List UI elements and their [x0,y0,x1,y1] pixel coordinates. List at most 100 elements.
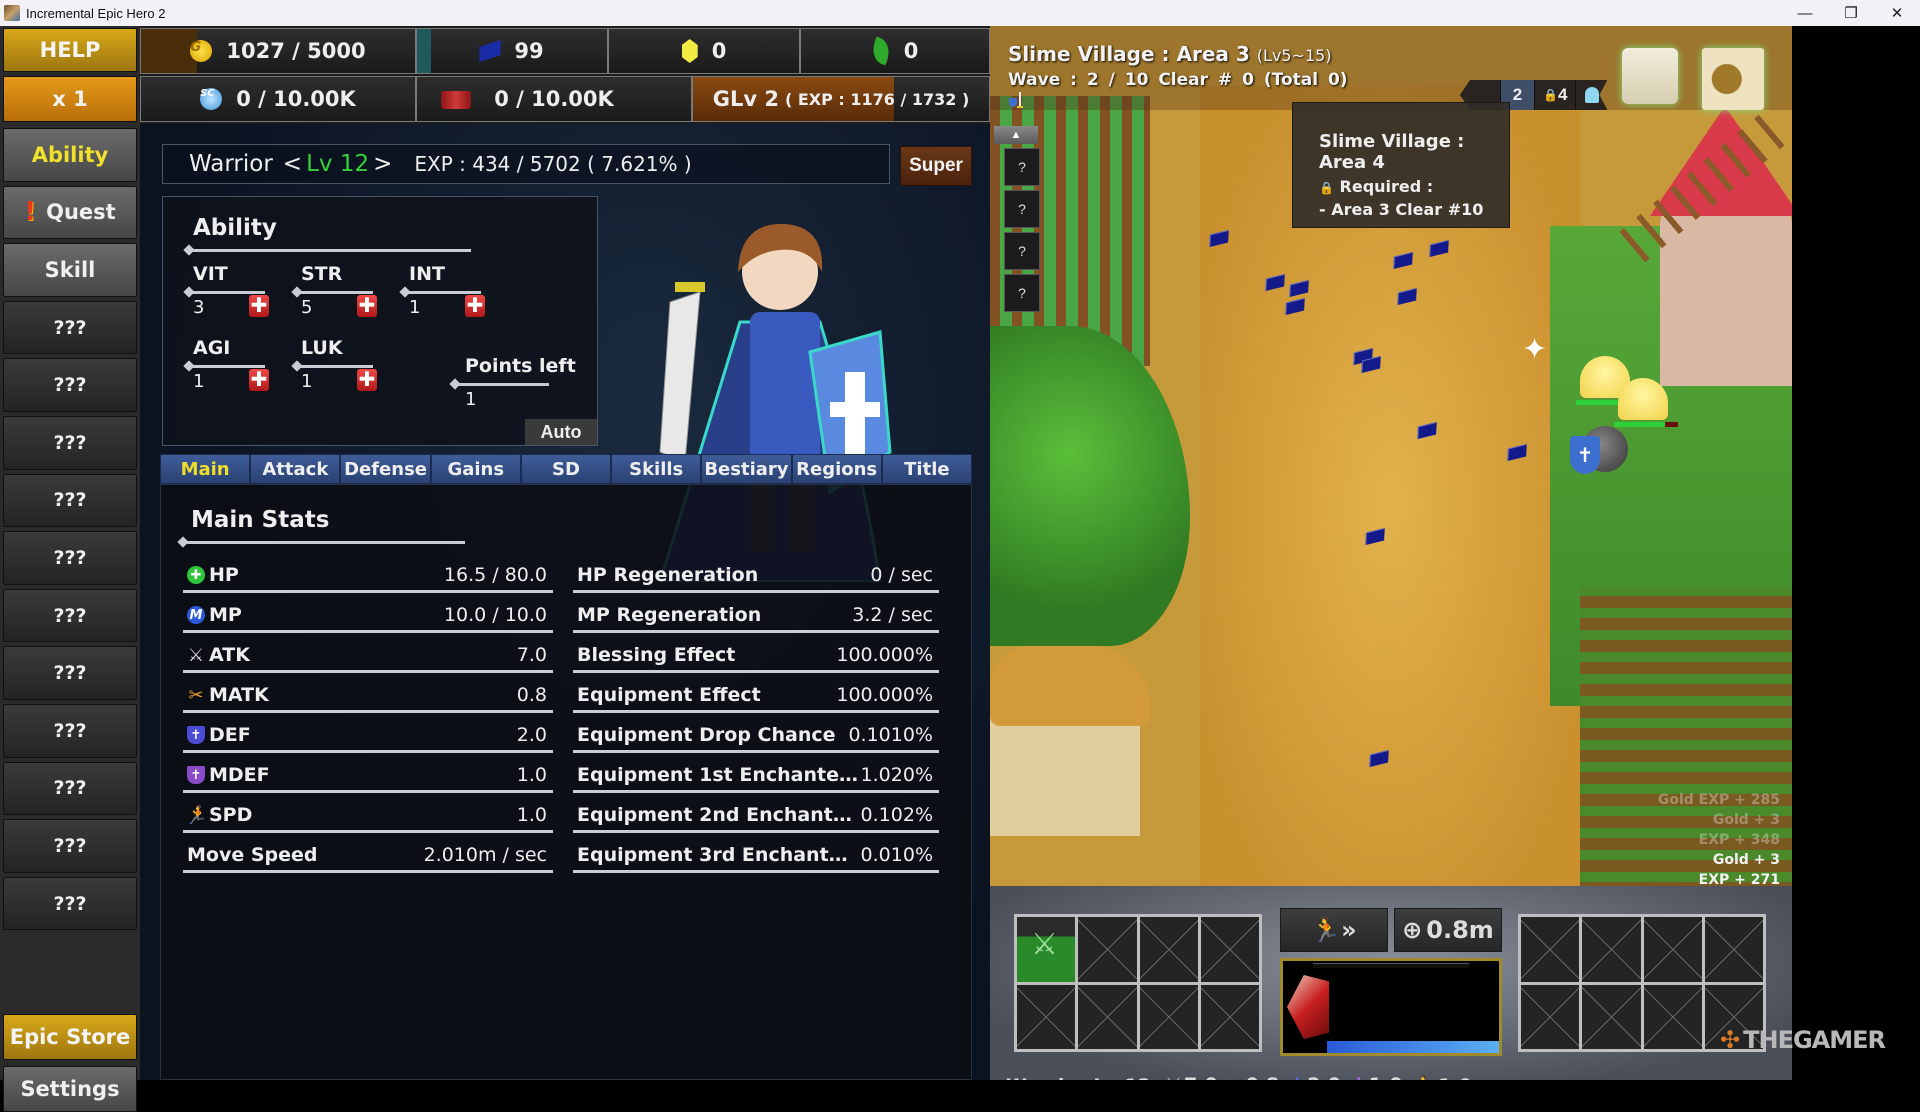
empty-equipment-slot[interactable] [1643,917,1702,982]
sidebar-item-locked-6[interactable]: ??? [3,588,137,643]
tab-gains[interactable]: Gains [430,454,521,484]
locked-area-button[interactable]: 🔒 4 [1534,80,1575,110]
settings-button[interactable]: Settings [3,1066,137,1112]
resource-bar: G 1027 / 5000 99 0 0 SC 0 / 10.00K 0 / 1… [140,26,990,124]
window-titlebar: Incremental Epic Hero 2 — ❐ ✕ [0,0,1920,26]
yellow-crystal-counter: 0 [608,28,800,74]
epic-store-button[interactable]: Epic Store [3,1014,137,1060]
ability-str-label: STR [301,263,343,285]
stat-row-matk: ✂ MATK 0.8 [183,677,553,713]
tab-bestiary[interactable]: Bestiary [701,454,792,484]
empty-equipment-slot[interactable] [1643,984,1702,1049]
help-button[interactable]: HELP [3,28,137,72]
app-icon [4,5,20,21]
tab-defense[interactable]: Defense [340,454,431,484]
tab-attack[interactable]: Attack [250,454,341,484]
add-vit-button[interactable]: ✚ [249,295,269,317]
empty-equipment-slot[interactable] [1139,917,1198,982]
auto-move-toggle[interactable]: 🏃» [1280,908,1388,952]
skill-slot-3[interactable]: ? [1004,232,1040,270]
hero-exp: EXP : 434 / 5702 ( 7.621% ) [414,152,692,176]
hud-stat-atk: ⚔7.0 [1165,1074,1218,1080]
lock-icon: 🔒 [1319,181,1334,195]
maximize-button[interactable]: ❐ [1828,0,1874,26]
blue-gem-counter: 99 [416,28,608,74]
sidebar-item-locked-9[interactable]: ??? [3,761,137,816]
spellbook-counter: 0 / 10.00K [416,76,692,122]
sparkle-icon: ✦ [1522,333,1548,366]
stat-value: 0.1010% [848,724,933,746]
stat-value: 1.020% [860,764,933,786]
tab-title[interactable]: Title [881,454,972,484]
stat-row-equipment-drop-chance: Equipment Drop Chance 0.1010% [573,717,939,753]
watermark-logo-icon: ✣ [1720,1026,1740,1054]
equipped-sword-slot[interactable] [1017,917,1076,982]
gold-counter: G 1027 / 5000 [140,28,416,74]
stat-value: 2.010m / sec [423,844,547,866]
game-viewport[interactable]: Slime Village : Area 3 (Lv5~15) Wave : 2… [990,26,1792,1080]
tab-sd[interactable]: SD [520,454,612,484]
empty-equipment-slot[interactable] [1200,917,1259,982]
skill-slot-2[interactable]: ? [1004,190,1040,228]
sidebar: HELP x 1 Ability! Quest Skill?????????????… [0,26,140,1112]
skill-queue-column: ▲ ???? [994,126,1040,312]
stat-row-def: ✝ DEF 2.0 [183,717,553,753]
close-button[interactable]: ✕ [1874,0,1920,26]
tab-main[interactable]: Main [160,454,251,484]
sidebar-item-locked-2[interactable]: ??? [3,358,137,412]
slime-enemy[interactable] [1618,378,1668,420]
add-luk-button[interactable]: ✚ [357,369,377,391]
skill-slot-1[interactable]: ? [1004,148,1040,186]
sidebar-item-locked-1[interactable]: ??? [3,300,137,355]
sidebar-item-locked-8[interactable]: ??? [3,704,137,758]
hp-icon: ✚ [187,566,205,584]
target-icon: ⊕ [1402,916,1423,944]
area-tooltip: Slime Village : Area 4 🔒 Required : - Ar… [1292,102,1510,228]
stat-value: 0.8 [516,684,547,706]
quest-scroll-icon[interactable] [1622,48,1678,104]
empty-equipment-slot[interactable] [1704,917,1763,982]
hero-status-hud: 🏃» ⊕ 0.8m [1280,908,1502,1056]
hero-hp-mp-display [1280,958,1502,1056]
empty-equipment-slot[interactable] [1582,917,1641,982]
stat-value: 16.5 / 80.0 [443,564,547,586]
mp-bar [1327,1041,1499,1053]
sidebar-item-locked-10[interactable]: ??? [3,819,137,873]
sidebar-item-quest[interactable]: ! Quest [3,185,137,240]
loot-entry: Gold + 3 [1712,852,1780,868]
empty-equipment-slot[interactable] [1017,984,1076,1049]
matk-icon: ✂ [1228,1074,1244,1080]
def-icon: ✝ [1289,1074,1305,1080]
sidebar-item-locked-5[interactable]: ??? [3,531,137,585]
sidebar-item-skill[interactable]: Skill [3,243,137,297]
tab-regions[interactable]: Regions [791,454,882,484]
sidebar-item-locked-4[interactable]: ??? [3,473,137,528]
world-map-icon[interactable] [1702,48,1764,110]
add-agi-button[interactable]: ✚ [249,369,269,391]
spellbook-icon [441,91,471,109]
super-button[interactable]: Super [900,146,972,186]
sidebar-item-locked-11[interactable]: ??? [3,876,137,931]
empty-equipment-slot[interactable] [1521,917,1580,982]
empty-equipment-slot[interactable] [1582,984,1641,1049]
sidebar-item-locked-7[interactable]: ??? [3,646,137,700]
sidebar-item-locked-3[interactable]: ??? [3,416,137,470]
sidebar-item-ability[interactable]: Ability [3,128,137,182]
game-speed-button[interactable]: x 1 [3,76,137,122]
add-int-button[interactable]: ✚ [465,295,485,317]
tab-skills[interactable]: Skills [611,454,702,484]
stats-tabs: Main Attack Defense Gains SD Skills Bestiary Re… [160,454,972,484]
empty-equipment-slot[interactable] [1521,984,1580,1049]
empty-equipment-slot[interactable] [1200,984,1259,1049]
auto-allocate-button[interactable]: Auto [525,419,597,445]
add-str-button[interactable]: ✚ [357,295,377,317]
minimize-button[interactable]: — [1782,0,1828,26]
collapse-up-button[interactable]: ▲ [994,126,1038,144]
attack-range-display: ⊕ 0.8m [1394,908,1502,952]
main-stats-panel: Main Stats ✚ HP 16.5 / 80.0 M MP 10.0 / 10.0 ⚔… [160,484,972,1080]
empty-equipment-slot[interactable] [1139,984,1198,1049]
empty-equipment-slot[interactable] [1078,917,1137,982]
skill-slot-4[interactable]: ? [1004,274,1040,312]
hero-header: Warrior < Lv 12 > EXP : 434 / 5702 ( 7.6… [162,144,890,184]
empty-equipment-slot[interactable] [1078,984,1137,1049]
